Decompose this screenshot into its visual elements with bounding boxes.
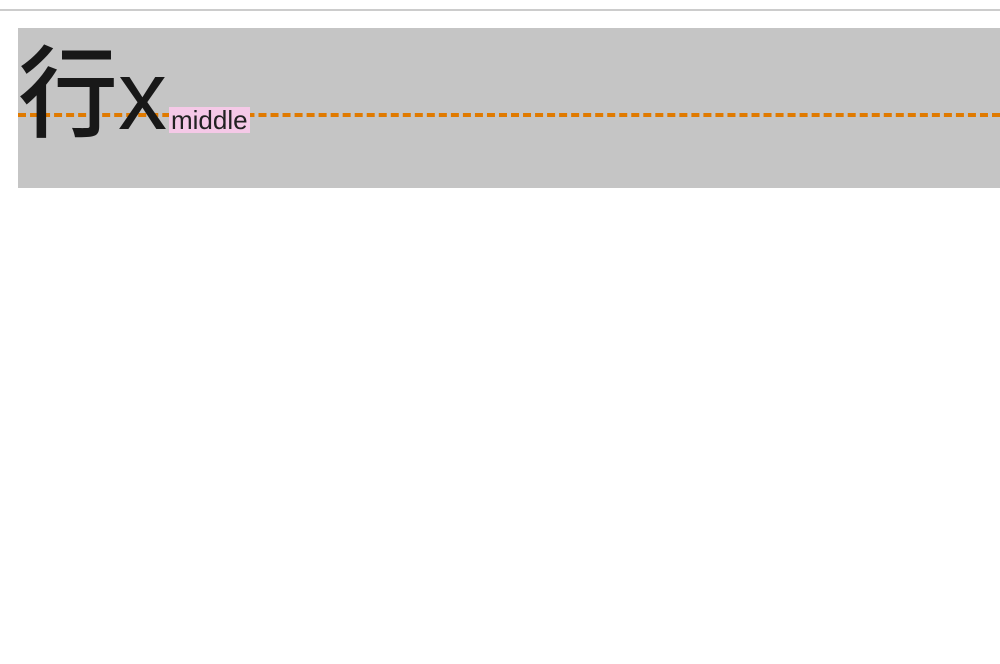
top-divider: [0, 9, 1000, 11]
alignment-label: middle: [169, 107, 250, 133]
large-x-glyph: x: [118, 46, 167, 144]
sample-text-line: 行xmiddle: [18, 36, 250, 144]
alignment-diagram: 行xmiddle: [18, 28, 1000, 188]
large-cjk-glyph: 行: [18, 36, 118, 136]
